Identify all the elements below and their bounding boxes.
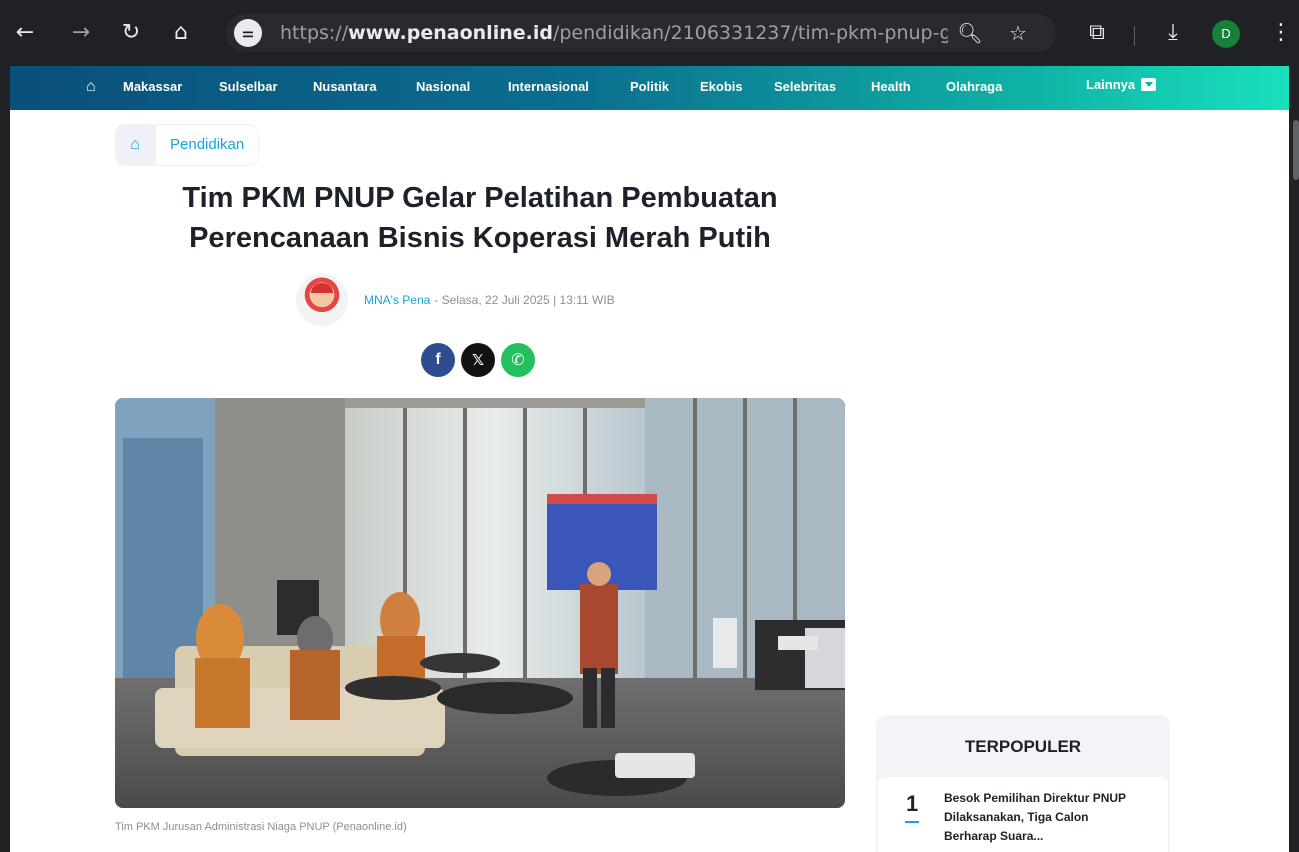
scrollbar-thumb[interactable] [1293, 120, 1299, 180]
nav-item-olahraga[interactable]: Olahraga [946, 79, 1002, 94]
window-frame-right [1289, 66, 1299, 852]
nav-item-nusantara[interactable]: Nusantara [313, 79, 377, 94]
popular-item[interactable]: 1 Besok Pemilihan Direktur PNUP Dilaksan… [878, 777, 1168, 852]
breadcrumb-home-icon[interactable]: ⌂ [115, 124, 155, 166]
profile-avatar[interactable]: D [1212, 20, 1240, 48]
reload-icon[interactable]: ↻ [114, 16, 148, 50]
url-text[interactable]: https://www.penaonline.id/pendidikan/210… [280, 22, 948, 44]
back-icon[interactable]: ← [8, 16, 42, 50]
byline: MNA's Pena - Selasa, 22 Juli 2025 | 13:1… [296, 274, 615, 326]
facebook-share-icon[interactable]: f [421, 343, 455, 377]
popular-rank: 1 [906, 791, 919, 816]
chevron-down-icon [1141, 78, 1157, 91]
browser-chrome: ← → ↻ ⌂ ⚌ https://www.penaonline.id/pend… [0, 0, 1299, 66]
share-buttons: f 𝕏 ✆ [421, 343, 535, 377]
menu-kebab-icon[interactable]: ⋮ [1264, 16, 1298, 50]
download-icon[interactable]: ⤓ [1156, 16, 1190, 50]
rank-underline [905, 821, 919, 823]
nav-item-internasional[interactable]: Internasional [508, 79, 589, 94]
zoom-icon[interactable]: 🔍︎ [954, 17, 986, 49]
nav-item-makassar[interactable]: Makassar [123, 79, 182, 94]
nav-item-nasional[interactable]: Nasional [416, 79, 470, 94]
nav-item-politik[interactable]: Politik [630, 79, 669, 94]
nav-item-selebritas[interactable]: Selebritas [774, 79, 836, 94]
bookmark-star-icon[interactable]: ☆ [1002, 17, 1034, 49]
extensions-icon[interactable]: ⧉ [1080, 16, 1114, 50]
address-bar[interactable]: ⚌ https://www.penaonline.id/pendidikan/2… [226, 14, 1056, 52]
publish-date: - Selasa, 22 Juli 2025 | 13:11 WIB [434, 293, 615, 307]
nav-home-icon[interactable]: ⌂ [86, 78, 104, 96]
nav-item-ekobis[interactable]: Ekobis [700, 79, 743, 94]
toolbar-divider [1134, 26, 1135, 46]
browser-toolbar: ← → ↻ ⌂ ⚌ https://www.penaonline.id/pend… [0, 10, 1299, 56]
forward-icon[interactable]: → [64, 16, 98, 50]
nav-more-menu[interactable]: Lainnya [1086, 77, 1157, 92]
photo-illustration [115, 398, 845, 808]
home-icon[interactable]: ⌂ [164, 16, 198, 50]
popular-widget: TERPOPULER 1 Besok Pemilihan Direktur PN… [876, 715, 1170, 852]
site-nav: ⌂ Makassar Sulselbar Nusantara Nasional … [10, 66, 1289, 110]
article-photo [115, 398, 845, 808]
author-name[interactable]: MNA's Pena [364, 293, 430, 307]
window-frame-left [0, 66, 10, 852]
nav-item-sulselbar[interactable]: Sulselbar [219, 79, 278, 94]
site-info-icon[interactable]: ⚌ [234, 19, 262, 47]
popular-item-title[interactable]: Besok Pemilihan Direktur PNUP Dilaksanak… [944, 789, 1144, 846]
photo-caption: Tim PKM Jurusan Administrasi Niaga PNUP … [115, 821, 407, 833]
author-avatar[interactable] [296, 274, 348, 326]
whatsapp-share-icon[interactable]: ✆ [501, 343, 535, 377]
nav-item-health[interactable]: Health [871, 79, 911, 94]
x-share-icon[interactable]: 𝕏 [461, 343, 495, 377]
breadcrumb: ⌂ Pendidikan [115, 124, 260, 166]
breadcrumb-category[interactable]: Pendidikan [155, 124, 260, 166]
popular-title: TERPOPULER [964, 737, 1082, 756]
nav-more-label: Lainnya [1086, 77, 1136, 92]
article-title: Tim PKM PNUP Gelar Pelatihan Pembuatan P… [182, 182, 778, 254]
